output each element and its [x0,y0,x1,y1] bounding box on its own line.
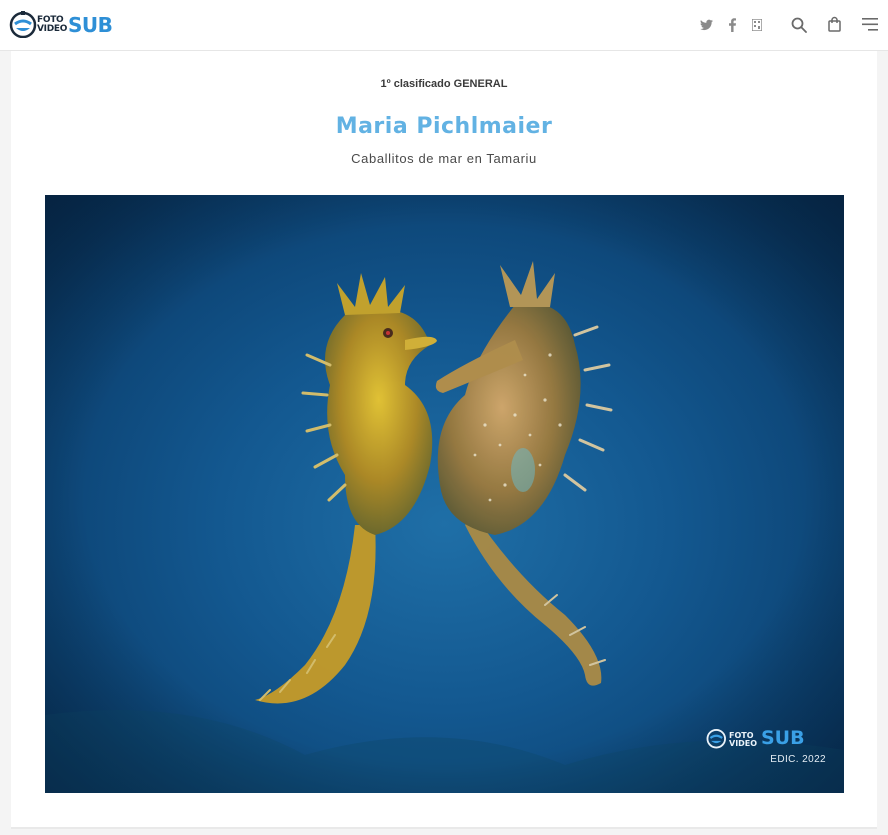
logo-sub-text: SUB [68,13,113,37]
seahorses-illustration [45,195,844,793]
site-header: FOTO VIDEO SUB [0,0,888,51]
photo-title: Caballitos de mar en Tamariu [351,151,537,166]
author-name: Maria Pichlmaier [335,114,553,139]
watermark-video-text: VIDEO [729,739,758,748]
twitter-icon[interactable] [700,19,713,31]
diver-mask-icon [9,11,37,38]
site-logo[interactable]: FOTO VIDEO SUB [9,10,119,40]
search-icon[interactable] [791,17,807,33]
menu-icon[interactable] [862,18,878,31]
shopping-bag-icon[interactable] [828,16,841,32]
watermark-sub-text: SUB [761,727,805,749]
diver-mask-icon [706,729,726,749]
qr-code-icon[interactable] [752,19,762,31]
facebook-icon[interactable] [729,18,736,32]
winning-photo[interactable]: FOTO VIDEO SUB EDIC. 2022 [45,195,844,793]
photo-watermark: FOTO VIDEO SUB EDIC. 2022 [706,727,826,777]
category-label: 1º clasificado GENERAL [380,78,508,90]
divider [11,827,877,829]
logo-video-text: VIDEO [37,24,68,34]
watermark-edition: EDIC. 2022 [770,754,826,765]
